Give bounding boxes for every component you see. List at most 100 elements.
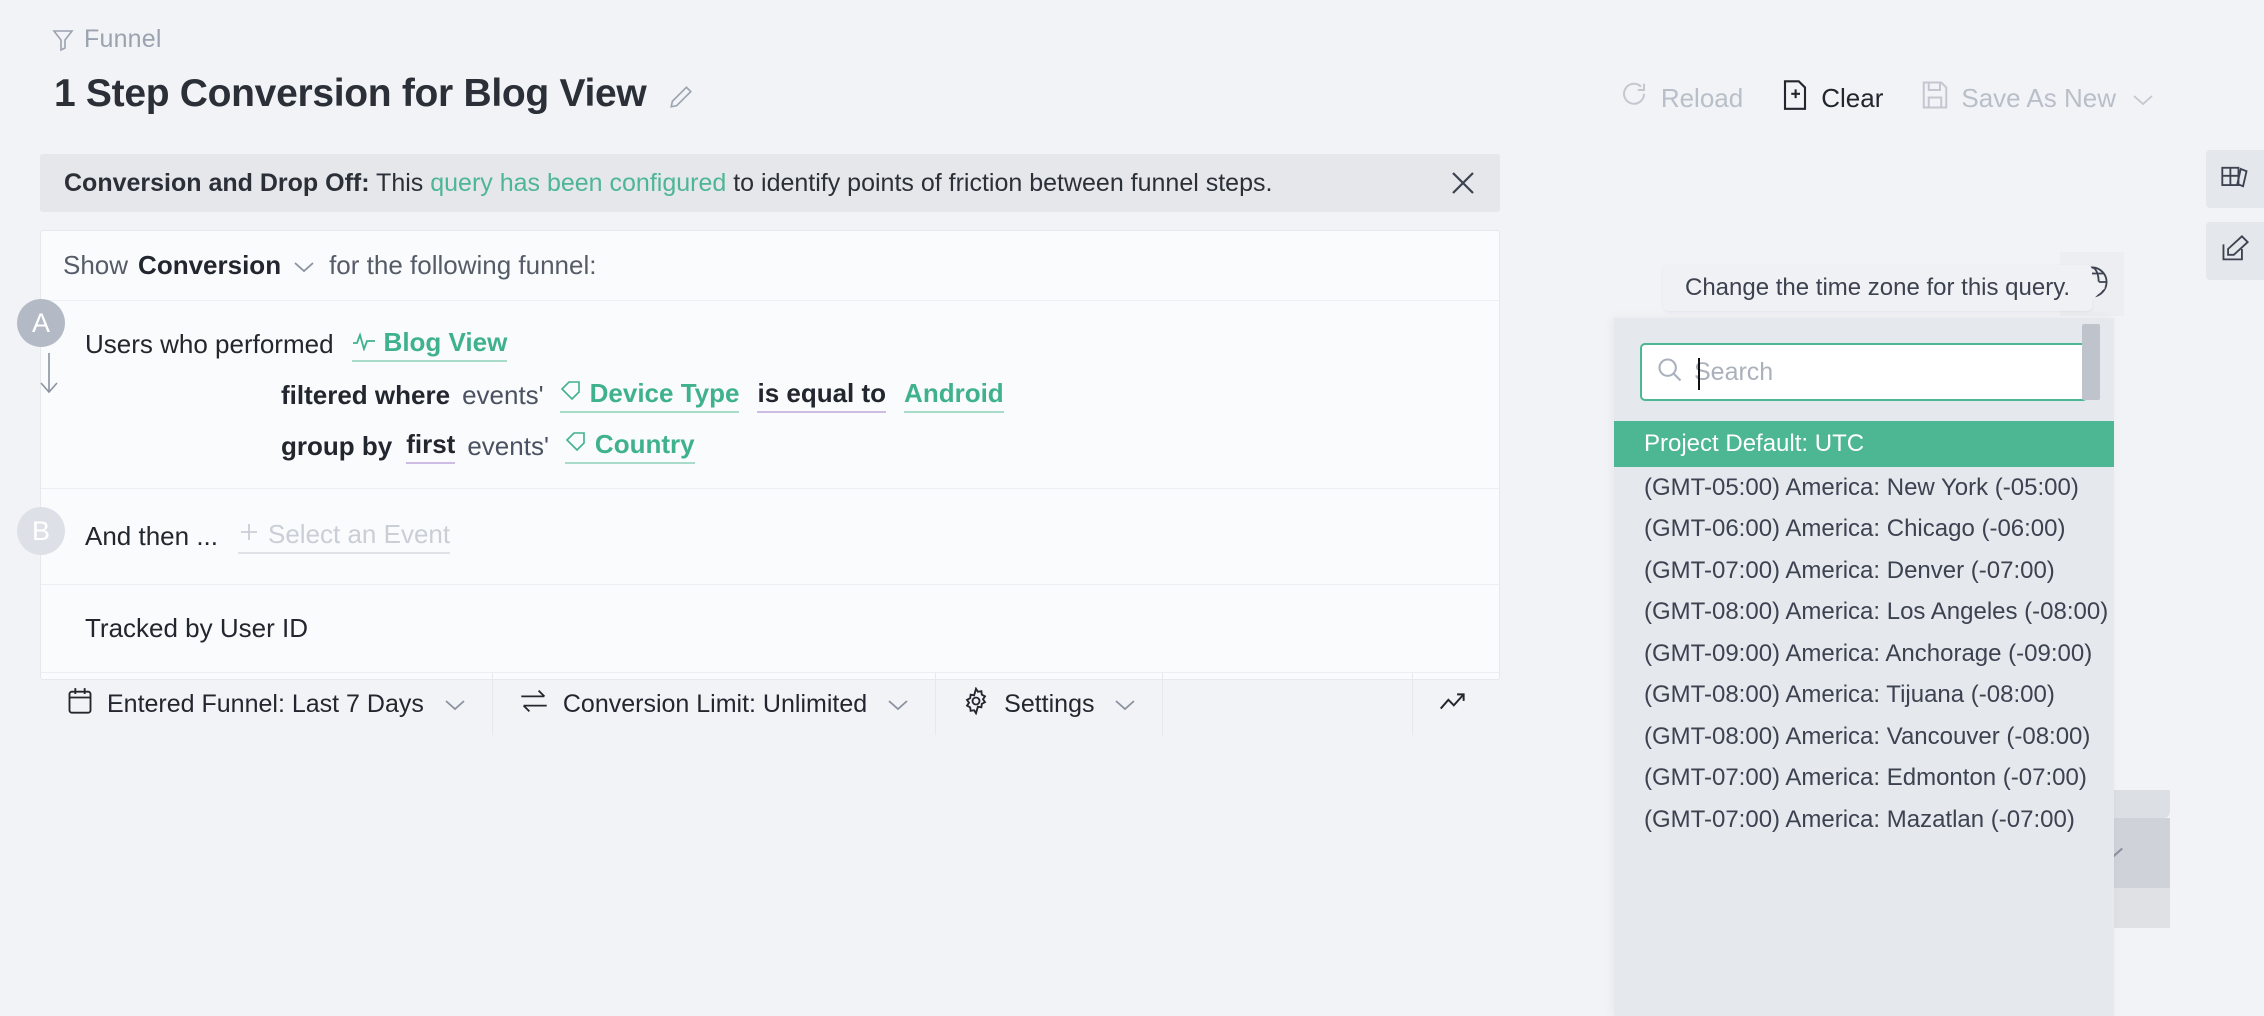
breadcrumb-label: Funnel: [84, 25, 162, 53]
clear-button[interactable]: Clear: [1781, 80, 1883, 117]
chevron-down-icon[interactable]: [293, 250, 315, 281]
save-icon: [1921, 80, 1949, 117]
groupby-property-label: Country: [594, 429, 695, 459]
step-b-row: And then ... Select an Event: [85, 519, 1499, 554]
timezone-options-list: Project Default: UTC (GMT-05:00) America…: [1614, 421, 2114, 841]
banner-text-before: This: [369, 168, 431, 197]
timezone-dropdown-panel: Project Default: UTC (GMT-05:00) America…: [1614, 318, 2114, 1016]
settings-menu[interactable]: Settings: [936, 673, 1164, 735]
reload-icon: [1619, 80, 1649, 117]
funnel-icon: [52, 28, 74, 52]
reload-button[interactable]: Reload: [1619, 80, 1743, 117]
settings-label: Settings: [1004, 689, 1095, 718]
data-table-toggle[interactable]: [2206, 150, 2264, 208]
timezone-search-box[interactable]: [1640, 343, 2088, 401]
groupby-property[interactable]: Country: [564, 429, 695, 464]
groupby-keyword: group by: [281, 431, 393, 461]
step-arrow-icon: [33, 351, 65, 402]
annotate-toggle[interactable]: [2206, 222, 2264, 280]
step-a-filter-row: filtered where events' Device Type is eq…: [85, 378, 1499, 413]
chevron-down-icon: [444, 690, 466, 719]
conversion-limit[interactable]: Conversion Limit: Unlimited: [493, 673, 937, 735]
page-title: 1 Step Conversion for Blog View: [54, 72, 647, 115]
timezone-option[interactable]: (GMT-06:00) America: Chicago (-06:00): [1614, 509, 2114, 551]
timezone-option-label: (GMT-08:00) America: Los Angeles (-08:00…: [1644, 598, 2109, 626]
calendar-icon: [67, 687, 93, 722]
step-badge-b: B: [17, 507, 65, 555]
chevron-down-icon: [2132, 83, 2154, 114]
step-b-lead: And then ...: [85, 521, 218, 551]
timezone-option[interactable]: (GMT-09:00) America: Anchorage (-09:00): [1614, 633, 2114, 675]
funnel-step-a: A Users who performed Blog View filtered…: [17, 299, 1499, 489]
chart-type-toggle[interactable]: [1413, 673, 1499, 735]
show-metric-value[interactable]: Conversion: [138, 250, 281, 281]
timezone-option-label: (GMT-06:00) America: Chicago (-06:00): [1644, 515, 2066, 543]
select-an-event-button[interactable]: Select an Event: [237, 519, 451, 554]
search-icon: [1656, 356, 1684, 389]
timezone-option-selected[interactable]: Project Default: UTC: [1614, 421, 2114, 467]
timezone-option-label: (GMT-07:00) America: Edmonton (-07:00): [1644, 764, 2087, 792]
timezone-option-label: (GMT-08:00) America: Vancouver (-08:00): [1644, 722, 2091, 750]
banner-text-after: to identify points of friction between f…: [726, 168, 1273, 197]
step-badge-b-label: B: [31, 515, 50, 546]
timezone-option-label: (GMT-07:00) America: Denver (-07:00): [1644, 556, 2055, 584]
filter-keyword: filtered where: [281, 380, 451, 410]
timezone-option[interactable]: (GMT-07:00) America: Edmonton (-07:00): [1614, 758, 2114, 800]
page-title-row: 1 Step Conversion for Blog View: [54, 72, 694, 116]
groupby-occurrence[interactable]: first: [406, 429, 456, 464]
entered-funnel-date-range[interactable]: Entered Funnel: Last 7 Days: [41, 673, 493, 735]
funnel-query-page: Funnel 1 Step Conversion for Blog View R…: [0, 0, 2264, 1016]
entered-funnel-label: Entered Funnel: Last 7 Days: [107, 689, 424, 718]
show-suffix: for the following funnel:: [329, 250, 597, 280]
pulse-icon: [352, 327, 376, 358]
filter-value[interactable]: Android: [904, 378, 1004, 413]
pencil-icon[interactable]: [668, 78, 694, 110]
file-plus-icon: [1781, 80, 1809, 117]
tag-icon: [565, 429, 587, 460]
timezone-search-wrap: [1614, 318, 2114, 401]
edit-panel-icon: [2220, 234, 2250, 269]
chevron-down-icon: [887, 690, 909, 719]
query-builder-card: Show Conversion for the following funnel…: [17, 230, 1500, 735]
timezone-option[interactable]: (GMT-07:00) America: Denver (-07:00): [1614, 550, 2114, 592]
timezone-option[interactable]: (GMT-07:00) America: Mazatlan (-07:00): [1614, 799, 2114, 841]
timezone-option[interactable]: (GMT-08:00) America: Tijuana (-08:00): [1614, 675, 2114, 717]
breadcrumb: Funnel: [52, 25, 162, 54]
timezone-option[interactable]: (GMT-08:00) America: Vancouver (-08:00): [1614, 716, 2114, 758]
save-as-new-button[interactable]: Save As New: [1921, 80, 2154, 117]
timezone-option-label: (GMT-07:00) America: Mazatlan (-07:00): [1644, 805, 2075, 833]
info-banner: Conversion and Drop Off: This query has …: [40, 154, 1500, 212]
filter-scope: events': [462, 380, 544, 410]
timezone-option-label: Project Default: UTC: [1644, 430, 1865, 457]
trending-up-icon: [1439, 690, 1473, 719]
timezone-option-label: (GMT-09:00) America: Anchorage (-09:00): [1644, 639, 2093, 667]
save-as-new-label: Save As New: [1961, 83, 2116, 113]
timezone-option[interactable]: (GMT-08:00) America: Los Angeles (-08:00…: [1614, 592, 2114, 634]
timezone-tooltip-text: Change the time zone for this query.: [1685, 274, 2071, 301]
step-a-groupby-row: group by first events' Country: [85, 429, 1499, 464]
conversion-limit-label: Conversion Limit: Unlimited: [562, 689, 868, 718]
select-an-event-label: Select an Event: [267, 519, 451, 549]
close-icon[interactable]: [1448, 168, 1478, 198]
query-footer-toolbar: Entered Funnel: Last 7 Days Conversion L…: [41, 673, 1499, 735]
step-a-event-label: Blog View: [383, 327, 508, 357]
filter-operator[interactable]: is equal to: [757, 378, 887, 413]
convert-icon: [519, 688, 549, 721]
banner-link[interactable]: query has been configured: [430, 169, 726, 197]
timezone-option[interactable]: (GMT-05:00) America: New York (-05:00): [1614, 467, 2114, 509]
timezone-scrollbar-track[interactable]: [2082, 318, 2100, 1016]
timezone-search-input[interactable]: [1694, 357, 2072, 387]
reload-label: Reload: [1660, 83, 1744, 113]
tag-icon: [560, 378, 582, 409]
table-panel-icon: [2220, 162, 2250, 197]
banner-bold-prefix: Conversion and Drop Off:: [64, 168, 370, 197]
filter-property-label: Device Type: [589, 378, 740, 408]
step-a-lead: Users who performed: [85, 329, 334, 359]
filter-property[interactable]: Device Type: [559, 378, 740, 413]
header-actions: Reload Clear Save As New: [1619, 80, 2154, 117]
toolbar-spacer: [1163, 673, 1413, 735]
step-a-event-link[interactable]: Blog View: [351, 327, 508, 362]
groupby-scope: events': [467, 431, 549, 461]
timezone-scrollbar-thumb[interactable]: [2082, 324, 2100, 400]
plus-icon: [238, 519, 260, 550]
